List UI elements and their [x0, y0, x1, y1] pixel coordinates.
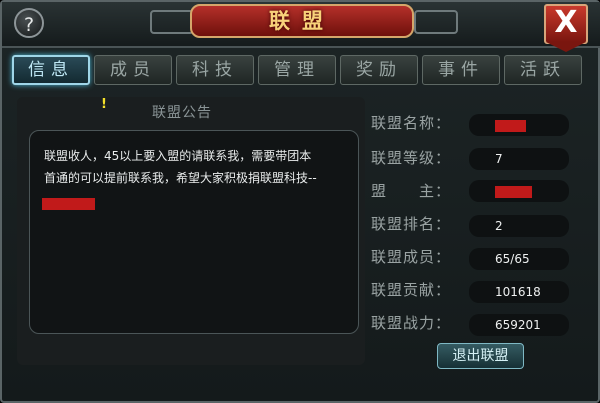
tab-bar: 信息 成员 科技 管理 奖励 事件 活跃 [12, 55, 592, 87]
members-value: 65/65 [469, 248, 569, 270]
notice-line-2: 首通的可以提前联系我，希望大家积极捐联盟科技-- [44, 171, 317, 185]
notice-text-box: 联盟收人，45以上要入盟的请联系我，需要带团本 首通的可以提前联系我，希望大家积… [29, 130, 359, 334]
notice-redaction [42, 198, 95, 210]
name-redaction [495, 119, 526, 132]
help-icon[interactable]: ? [14, 8, 44, 38]
title-ornament-left [150, 10, 194, 34]
title-ornament-right [414, 10, 458, 34]
tab-manage[interactable]: 管理 [258, 55, 336, 85]
leader-redaction [495, 185, 532, 198]
close-icon[interactable]: X [544, 4, 588, 52]
window-title: 联盟 [269, 8, 335, 33]
alliance-window: ? 联盟 X 信息 成员 科技 管理 奖励 事件 活跃 ! 联盟公告 联盟收人，… [0, 0, 600, 403]
contribution-value: 101618 [469, 281, 569, 303]
contribution-label: 联盟贡献： [371, 281, 452, 299]
power-value: 659201 [469, 314, 569, 336]
tab-activity[interactable]: 活跃 [504, 55, 582, 85]
tab-rewards[interactable]: 奖励 [340, 55, 418, 85]
notice-title: 联盟公告 [152, 105, 212, 121]
notice-marker: ! [101, 97, 107, 112]
name-label: 联盟名称： [371, 114, 452, 132]
window-title-plate: 联盟 [190, 4, 414, 38]
tab-events[interactable]: 事件 [422, 55, 500, 85]
leader-label: 盟 主： [371, 182, 452, 200]
tab-members[interactable]: 成员 [94, 55, 172, 85]
power-label: 联盟战力： [371, 314, 452, 332]
notice-line-1: 联盟收人，45以上要入盟的请联系我，需要带团本 [44, 149, 312, 163]
members-label: 联盟成员： [371, 248, 452, 266]
leave-alliance-button[interactable]: 退出联盟 [437, 343, 524, 369]
leader-value [469, 180, 569, 202]
tab-info[interactable]: 信息 [12, 55, 90, 85]
level-label: 联盟等级： [371, 149, 452, 167]
rank-label: 联盟排名： [371, 215, 452, 233]
rank-value: 2 [469, 215, 569, 237]
level-value: 7 [469, 148, 569, 170]
name-value [469, 114, 569, 136]
tab-tech[interactable]: 科技 [176, 55, 254, 85]
